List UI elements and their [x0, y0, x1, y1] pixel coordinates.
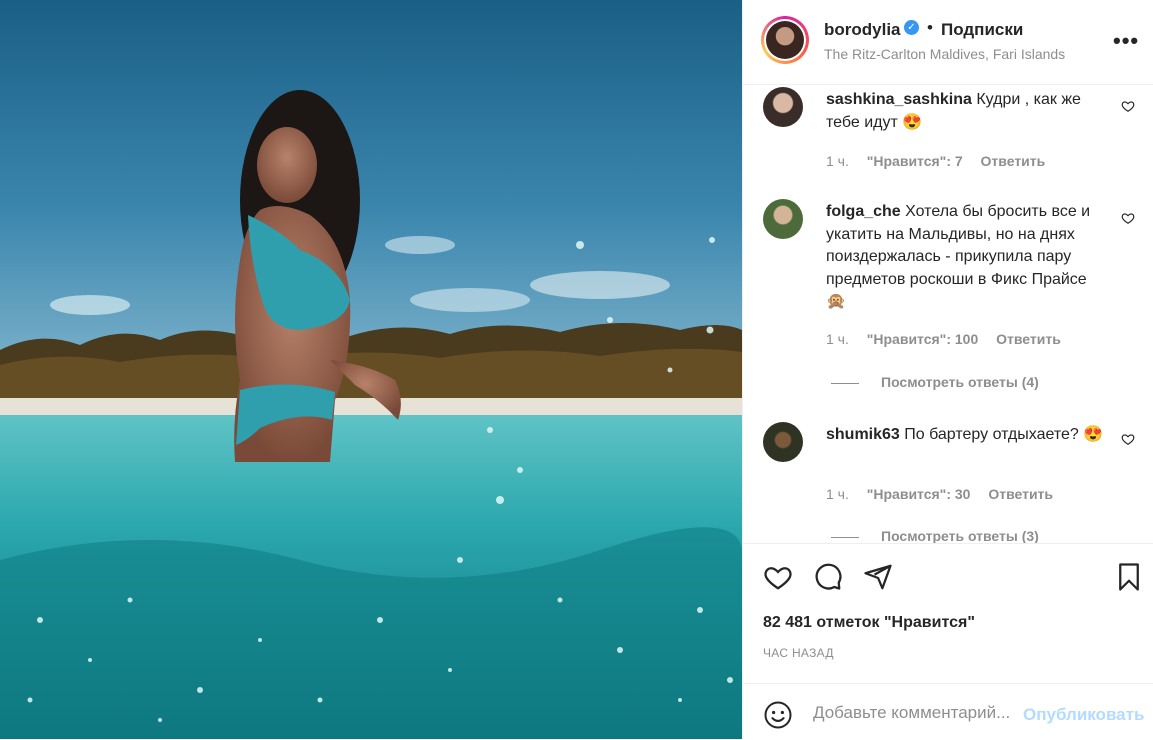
- comment-time[interactable]: 1 ч.: [826, 153, 849, 169]
- following-button[interactable]: Подписки: [941, 20, 1023, 40]
- commenter-username[interactable]: sashkina_sashkina: [826, 91, 972, 108]
- likes-count[interactable]: 82 481 отметок "Нравится": [763, 614, 975, 632]
- comment-time[interactable]: 1 ч.: [826, 331, 849, 347]
- commenter-avatar[interactable]: [763, 422, 803, 462]
- comment-like-heart-icon[interactable]: [1121, 432, 1135, 446]
- post-header: borodylia ✓ • Подписки The Ritz-Carlton …: [743, 0, 1153, 85]
- post-photo[interactable]: [0, 0, 742, 739]
- more-options-button[interactable]: •••: [1113, 28, 1139, 54]
- reply-button[interactable]: Ответить: [988, 486, 1053, 502]
- author-username[interactable]: borodylia: [824, 20, 901, 40]
- paper-plane-icon[interactable]: [863, 562, 893, 592]
- commenter-username[interactable]: shumik63: [826, 426, 900, 443]
- view-replies-button[interactable]: Посмотреть ответы (4): [831, 374, 1039, 390]
- comment-like-heart-icon[interactable]: [1121, 99, 1135, 113]
- header-separator: •: [927, 18, 933, 37]
- commenter-avatar[interactable]: [763, 199, 803, 239]
- comment-text: По бартеру отдыхаете? 😍: [904, 426, 1104, 443]
- comment-input[interactable]: [813, 698, 1023, 728]
- post-modal: borodylia ✓ • Подписки The Ritz-Carlton …: [0, 0, 1153, 739]
- comment-time[interactable]: 1 ч.: [826, 486, 849, 502]
- location-link[interactable]: The Ritz-Carlton Maldives, Fari Islands: [824, 46, 1065, 62]
- bookmark-icon[interactable]: [1114, 562, 1144, 592]
- reply-button[interactable]: Ответить: [996, 331, 1061, 347]
- commenter-avatar[interactable]: [763, 87, 803, 127]
- add-comment-form: Опубликовать: [743, 683, 1153, 740]
- post-actions: 82 481 отметок "Нравится" ЧАС НАЗАД: [743, 543, 1153, 684]
- comments-list[interactable]: sashkina_sashkina Кудри , как же тебе ид…: [743, 85, 1153, 543]
- heart-outline-icon[interactable]: [763, 562, 793, 592]
- beach-photo-image: [0, 0, 742, 739]
- publish-comment-button[interactable]: Опубликовать: [1023, 705, 1144, 725]
- speech-bubble-icon[interactable]: [813, 562, 843, 592]
- smiley-icon[interactable]: [763, 700, 793, 730]
- comment-likes[interactable]: "Нравится": 7: [867, 153, 963, 169]
- verified-badge-icon: ✓: [904, 20, 919, 35]
- commenter-username[interactable]: folga_che: [826, 203, 901, 220]
- author-avatar[interactable]: [761, 16, 809, 64]
- comment-like-heart-icon[interactable]: [1121, 211, 1135, 225]
- comment-likes[interactable]: "Нравится": 100: [867, 331, 978, 347]
- reply-button[interactable]: Ответить: [981, 153, 1046, 169]
- view-replies-button[interactable]: Посмотреть ответы (3): [831, 528, 1039, 543]
- post-timestamp[interactable]: ЧАС НАЗАД: [763, 646, 834, 660]
- post-sidebar: borodylia ✓ • Подписки The Ritz-Carlton …: [742, 0, 1153, 739]
- comment-likes[interactable]: "Нравится": 30: [867, 486, 971, 502]
